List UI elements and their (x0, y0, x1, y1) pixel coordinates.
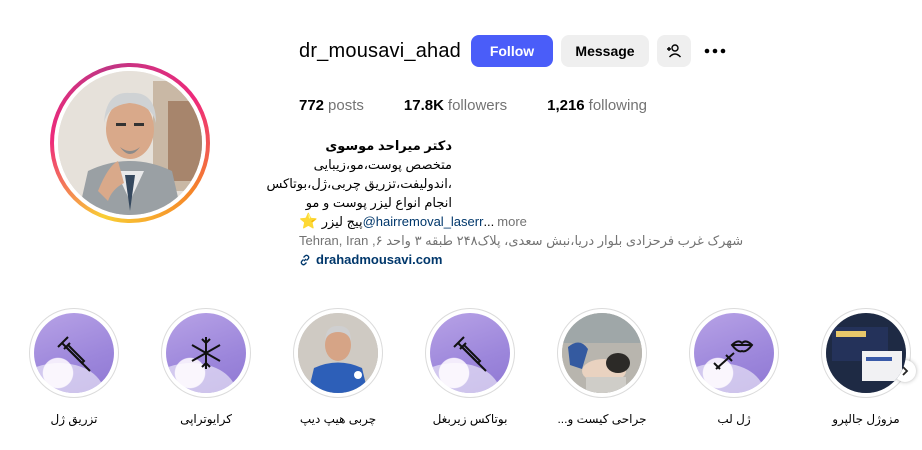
highlight-item[interactable]: جراحی کیست و... (556, 308, 648, 426)
bio-full-name: دکتر میراحد موسوی (325, 138, 452, 153)
followers-stat[interactable]: 17.8K followers (404, 97, 507, 114)
bio-mention-link[interactable]: @hairremoval_laserr (363, 212, 484, 231)
bio-more-button[interactable]: more (497, 212, 527, 231)
highlight-cover-photo (562, 313, 642, 393)
highlight-cover (34, 313, 114, 393)
highlight-ring (425, 308, 515, 398)
highlight-label: کرایوتراپی (180, 412, 232, 426)
more-options-button[interactable] (700, 35, 730, 67)
bio-ellipsis: ... (483, 214, 495, 229)
highlight-ring (293, 308, 383, 398)
bio-laser-line: ⭐ پیج لیزر @hairremoval_laserr ... more (299, 212, 769, 231)
avatar (58, 71, 202, 215)
star-icon: ⭐ (299, 213, 318, 230)
highlight-cover (166, 313, 246, 393)
suggest-user-button[interactable] (657, 35, 691, 67)
snowflake-icon (191, 337, 221, 369)
avatar-portrait (58, 71, 202, 215)
story-highlights: تزریق ژل کرایوتراپی چربی هیپ دیپ بوتاکس … (0, 308, 922, 438)
following-stat[interactable]: 1,216 following (547, 97, 647, 114)
highlight-item[interactable]: چربی هیپ دیپ (292, 308, 384, 426)
avatar-inner (54, 67, 206, 219)
product-photo (826, 313, 906, 393)
highlight-cover-photo (826, 313, 906, 393)
highlight-label: بوتاکس زیربغل (432, 412, 508, 426)
highlight-cover (694, 313, 774, 393)
ellipsis-icon (704, 48, 726, 54)
syringe-icon (453, 336, 487, 372)
bio-website-text: drahadmousavi.com (316, 252, 443, 267)
surgery-photo (562, 313, 642, 393)
profile-stats: 772 posts 17.8K followers 1,216 following (299, 97, 687, 114)
highlight-ring (161, 308, 251, 398)
posts-label: posts (328, 97, 364, 114)
highlight-item[interactable]: تزریق ژل (28, 308, 120, 426)
bio-website-link[interactable]: drahadmousavi.com (299, 250, 769, 269)
doctor-photo (298, 313, 378, 393)
highlight-label: مزوژل جالپرو (832, 412, 900, 426)
syringe-icon (57, 336, 91, 372)
following-count: 1,216 (547, 97, 585, 114)
highlight-ring (557, 308, 647, 398)
followers-count: 17.8K (403, 97, 444, 114)
highlight-cover-photo (298, 313, 378, 393)
bio-laser-text: پیج لیزر (321, 214, 363, 229)
highlight-item[interactable]: ژل لب (688, 308, 780, 426)
followers-label: followers (447, 97, 508, 114)
message-button[interactable]: Message (561, 35, 649, 67)
posts-stat: 772 posts (299, 97, 364, 114)
highlight-cover (430, 313, 510, 393)
highlight-label: چربی هیپ دیپ (299, 412, 377, 426)
bio-line: متخصص پوست،مو،زیبایی (313, 157, 452, 172)
lips-syringe-icon (713, 340, 754, 370)
bio-line: ،اندولیفت،تزریق چربی،ژل،بوتاکس (266, 176, 452, 191)
profile-username: dr_mousavi_ahad (299, 40, 461, 62)
posts-count: 772 (299, 97, 325, 114)
highlight-item[interactable]: مزوژل جالپرو (820, 308, 912, 426)
highlight-item[interactable]: کرایوتراپی (160, 308, 252, 426)
bio-address: Tehran, Iran ,۶ شهرک غرب فرحزادی بلوار د… (299, 233, 744, 248)
highlight-item[interactable]: بوتاکس زیربغل (424, 308, 516, 426)
profile-avatar-ring[interactable] (50, 63, 210, 223)
profile-bio: دکتر میراحد موسوی متخصص پوست،مو،زیبایی ،… (266, 136, 769, 269)
highlight-ring (689, 308, 779, 398)
person-add-icon (667, 44, 682, 58)
highlight-label: تزریق ژل (50, 412, 98, 426)
highlight-label: ژل لب (717, 412, 751, 426)
highlight-ring (29, 308, 119, 398)
follow-button[interactable]: Follow (471, 35, 553, 67)
highlight-label: جراحی کیست و... (557, 412, 647, 426)
highlight-ring (821, 308, 911, 398)
bio-line: انجام انواع لیزر پوست و مو (305, 195, 452, 210)
following-label: following (588, 97, 648, 114)
link-icon (300, 254, 310, 265)
